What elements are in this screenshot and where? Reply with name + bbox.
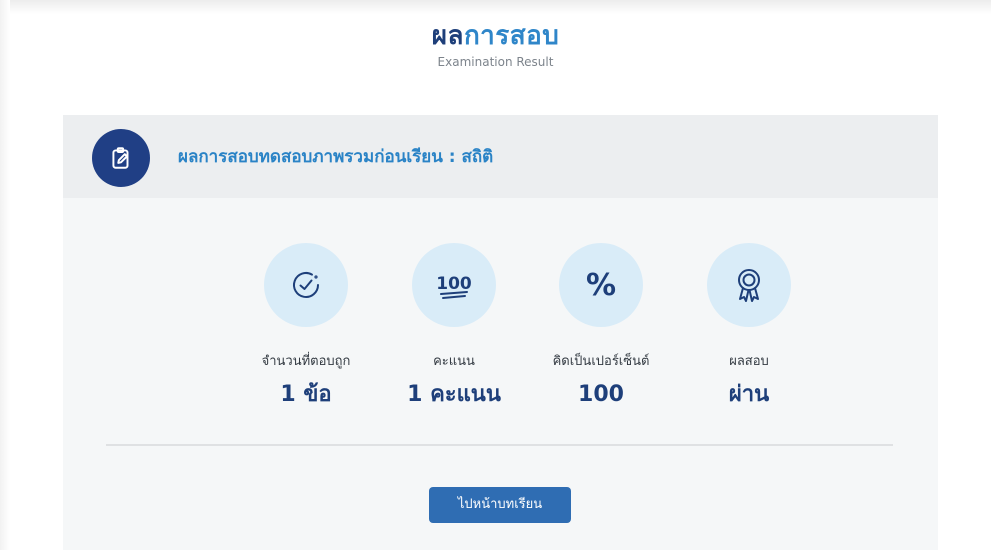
page: ผลการสอบ Examination Result ผลการสอบทดสอ… bbox=[0, 0, 991, 550]
top-shadow bbox=[0, 0, 991, 14]
check-circle-icon bbox=[293, 272, 319, 298]
stat-label: คะแนน bbox=[433, 354, 475, 369]
exam-title: ผลการสอบทดสอบภาพรวมก่อนเรียน : สถิติ bbox=[178, 147, 494, 167]
stat-icon-circle bbox=[707, 243, 791, 327]
go-to-lesson-button[interactable]: ไปหน้าบทเรียน bbox=[429, 487, 571, 523]
stat-value: ผ่าน bbox=[728, 382, 770, 407]
stat-label: คิดเป็นเปอร์เซ็นต์ bbox=[552, 354, 650, 369]
edit-clipboard-icon bbox=[92, 129, 150, 187]
left-shadow bbox=[0, 0, 10, 550]
stat-label: ผลสอบ bbox=[729, 354, 769, 369]
stat-exam-result: ผลสอบ ผ่าน bbox=[674, 243, 824, 409]
page-title: ผลการสอบ bbox=[0, 20, 991, 52]
score-100-icon-text: 100 bbox=[436, 274, 472, 294]
stat-value: 1 ข้อ bbox=[280, 382, 332, 407]
stat-correct-answers: จำนวนที่ตอบถูก 1 ข้อ bbox=[231, 243, 381, 409]
result-card: ผลการสอบทดสอบภาพรวมก่อนเรียน : สถิติ จำน… bbox=[63, 115, 938, 550]
score-100-icon: 100 bbox=[436, 274, 472, 299]
stat-icon-circle bbox=[264, 243, 348, 327]
percent-icon: % bbox=[586, 268, 616, 303]
percent-icon-text: % bbox=[586, 268, 616, 303]
result-card-header: ผลการสอบทดสอบภาพรวมก่อนเรียน : สถิติ bbox=[63, 115, 938, 198]
divider bbox=[106, 444, 893, 446]
stat-icon-circle: 100 bbox=[412, 243, 496, 327]
page-title-part2: การสอบ bbox=[463, 21, 560, 51]
award-ribbon-icon bbox=[738, 269, 760, 302]
stat-score: 100 คะแนน 1 คะแนน bbox=[379, 243, 529, 409]
page-heading: ผลการสอบ Examination Result bbox=[0, 20, 991, 70]
stat-icon-circle: % bbox=[559, 243, 643, 327]
stat-percentage: % คิดเป็นเปอร์เซ็นต์ 100 bbox=[526, 243, 676, 409]
stat-label: จำนวนที่ตอบถูก bbox=[261, 354, 351, 369]
stat-value: 100 bbox=[578, 382, 624, 407]
stat-value: 1 คะแนน bbox=[407, 382, 501, 407]
page-title-part1: ผล bbox=[431, 21, 464, 51]
page-subtitle: Examination Result bbox=[437, 55, 554, 69]
